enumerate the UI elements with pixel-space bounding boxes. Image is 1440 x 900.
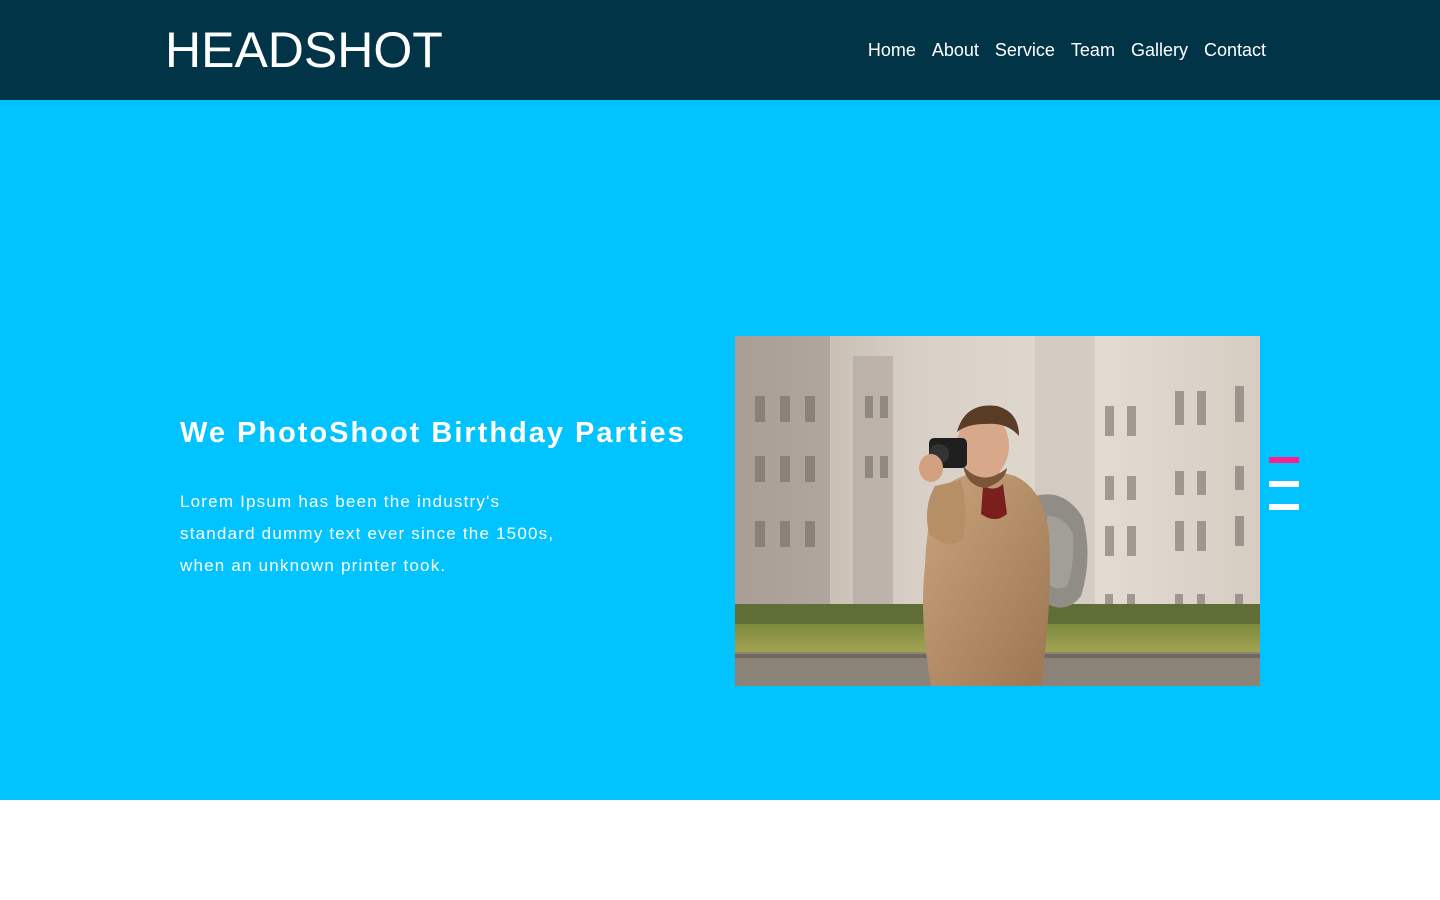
navbar: HEADSHOT Home About Service Team Gallery… <box>0 0 1440 100</box>
slider-dot-1[interactable] <box>1269 457 1299 463</box>
hero-title: We PhotoShoot Birthday Parties <box>180 417 686 449</box>
main-nav: Home About Service Team Gallery Contact <box>868 38 1266 62</box>
nav-link-about[interactable]: About <box>932 38 979 62</box>
nav-link-service[interactable]: Service <box>995 38 1055 62</box>
hero-section: We PhotoShoot Birthday Parties Lorem Ips… <box>0 100 1440 800</box>
hero-description: Lorem Ipsum has been the industry's stan… <box>180 492 555 575</box>
nav-link-contact[interactable]: Contact <box>1204 38 1266 62</box>
slider-pagination <box>1269 457 1299 517</box>
nav-link-home[interactable]: Home <box>868 38 916 62</box>
site-logo[interactable]: HEADSHOT <box>165 22 443 78</box>
hero-photo <box>735 336 1260 686</box>
slider-dot-2[interactable] <box>1269 481 1299 487</box>
nav-link-gallery[interactable]: Gallery <box>1131 38 1188 62</box>
nav-link-team[interactable]: Team <box>1071 38 1115 62</box>
slider-dot-3[interactable] <box>1269 504 1299 510</box>
